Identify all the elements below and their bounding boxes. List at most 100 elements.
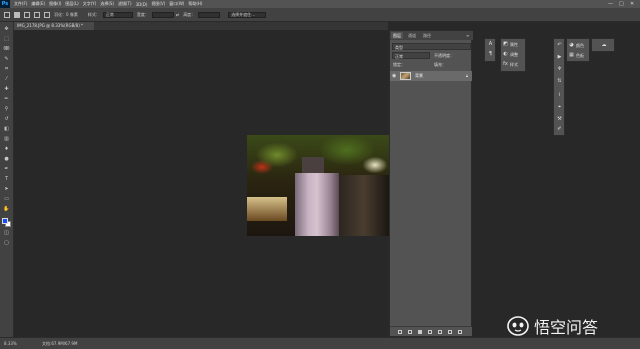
quick-mask-icon[interactable]: ◫ [3, 230, 10, 237]
lock-icon: 🔒︎ [465, 73, 468, 78]
styles-label[interactable]: 样式 [510, 62, 518, 68]
zoom-level[interactable]: 8.33% [4, 341, 17, 346]
tools-panel: ✥ ⬚ ↂ ✎ ⌗ ⁄ ✚ ✏ ⚲ ↺ ◧ ▥ ♦ ● ✒ T ➤ ▭ ✋ ⚲ … [0, 22, 14, 337]
character-icon[interactable]: A [488, 42, 493, 47]
style-select[interactable]: 正常 [102, 11, 133, 18]
tab-channels[interactable]: 通道 [406, 32, 418, 39]
brush-tool-icon[interactable]: ✏ [3, 96, 10, 103]
add-selection-icon[interactable] [24, 11, 30, 18]
menu-edit[interactable]: 编辑(E) [31, 1, 45, 7]
minimize-button[interactable]: — [608, 1, 613, 7]
color-label[interactable]: 颜色 [576, 43, 584, 49]
width-field[interactable] [151, 11, 174, 18]
swatches-label[interactable]: 色板 [576, 53, 584, 59]
clone-stamp-icon[interactable]: ⚲ [3, 106, 10, 113]
menu-window[interactable]: 窗口(W) [169, 1, 184, 7]
notes-icon[interactable]: ✐ [557, 127, 562, 132]
play-icon[interactable]: ▶ [557, 55, 562, 60]
adjustment-layer-icon[interactable] [428, 330, 432, 334]
menu-help[interactable]: 帮助(H) [188, 1, 202, 7]
options-bar: 羽化：0 像素 样式： 正常 宽度： ⇄ 高度： 选择并遮住... [0, 8, 640, 22]
styles-icon[interactable]: fx [503, 62, 508, 67]
new-selection-icon[interactable] [14, 11, 20, 18]
gradient-tool-icon[interactable]: ▥ [3, 136, 10, 143]
photo-table [247, 197, 287, 221]
tab-layers[interactable]: 图层 [391, 32, 403, 39]
adjustments-icon[interactable]: ◐ [503, 52, 508, 57]
filter-type-label: 类型 [395, 45, 403, 50]
visibility-eye-icon[interactable]: ◉ [392, 73, 396, 79]
clone-source-icon[interactable]: ⇅ [557, 79, 562, 84]
brush-preset-icon[interactable]: ♆ [557, 67, 562, 72]
menu-filter[interactable]: 滤镜(T) [118, 1, 132, 7]
move-tool-icon[interactable]: ✥ [3, 26, 10, 33]
wukong-logo-icon [507, 316, 529, 336]
delete-layer-icon[interactable] [458, 330, 462, 334]
layer-filter-row[interactable]: 类型 [392, 43, 471, 50]
menu-file[interactable]: 文件(F) [14, 1, 27, 7]
quick-select-icon[interactable]: ✎ [3, 56, 10, 63]
type-tool-icon[interactable]: T [3, 176, 10, 183]
color-icon[interactable]: ◕ [569, 43, 574, 48]
menu-view[interactable]: 视图(V) [151, 1, 165, 7]
select-and-mask-button[interactable]: 选择并遮住... [228, 11, 267, 18]
eyedropper-icon[interactable]: ⁄ [3, 76, 10, 83]
dodge-tool-icon[interactable]: ● [3, 156, 10, 163]
maximize-button[interactable]: □ [619, 1, 624, 7]
height-field[interactable] [198, 11, 221, 18]
width-label: 宽度： [136, 11, 149, 17]
menu-select[interactable]: 选择(S) [100, 1, 114, 7]
properties-label[interactable]: 属性 [510, 42, 518, 48]
menu-image[interactable]: 图像(I) [49, 1, 61, 7]
lasso-tool-icon[interactable]: ↂ [3, 46, 10, 53]
info-icon[interactable]: i [557, 93, 562, 98]
document-image[interactable] [247, 135, 389, 236]
crop-tool-icon[interactable]: ⌗ [3, 66, 10, 73]
blur-tool-icon[interactable]: ♦ [3, 146, 10, 153]
link-layers-icon[interactable] [398, 330, 402, 334]
menu-3d[interactable]: 3D(D) [136, 2, 148, 7]
pen-tool-icon[interactable]: ✒ [3, 166, 10, 173]
layers-panel: 图层 通道 路径 ≡ 类型 正常 不透明度： 锁定： 填充： ◉ 背景 🔒︎ [389, 30, 473, 337]
eraser-tool-icon[interactable]: ◧ [3, 126, 10, 133]
close-button[interactable]: ✕ [630, 1, 634, 7]
intersect-selection-icon[interactable] [44, 11, 50, 18]
library-panel: ☁ [591, 38, 615, 52]
watermark-text: 悟空问答 [534, 318, 599, 337]
properties-icon[interactable]: ◩ [503, 42, 508, 47]
history-icon[interactable]: ↶ [557, 43, 562, 48]
menu-layer[interactable]: 图层(L) [65, 1, 78, 7]
navigator-icon[interactable]: ⌖ [557, 105, 562, 110]
blend-mode-select[interactable]: 正常 [392, 52, 430, 59]
document-info[interactable]: 文档:67.9M/67.9M [42, 341, 77, 347]
history-brush-icon[interactable]: ↺ [3, 116, 10, 123]
healing-brush-icon[interactable]: ✚ [3, 86, 10, 93]
marquee-tool-icon[interactable]: ⬚ [3, 36, 10, 43]
add-mask-icon[interactable] [418, 330, 422, 334]
tab-paths[interactable]: 路径 [421, 32, 433, 39]
subtract-selection-icon[interactable] [34, 11, 40, 18]
adjustments-label[interactable]: 调整 [510, 52, 518, 58]
photo-person-pixelated [295, 173, 339, 236]
swatches-icon[interactable]: ▦ [569, 53, 574, 58]
new-layer-icon[interactable] [448, 330, 452, 334]
swap-icon[interactable]: ⇄ [176, 12, 179, 17]
menu-type[interactable]: 文字(Y) [83, 1, 97, 7]
photoshop-logo[interactable]: Ps [0, 0, 10, 8]
marquee-tool-icon[interactable] [4, 11, 10, 18]
new-group-icon[interactable] [438, 330, 442, 334]
hand-tool-icon[interactable]: ✋ [3, 206, 10, 213]
cloud-icon[interactable]: ☁ [599, 43, 609, 48]
tool-preset-icon[interactable]: ⚒ [557, 117, 562, 122]
height-label: 高度： [183, 11, 196, 17]
layer-row-background[interactable]: ◉ 背景 🔒︎ [390, 71, 472, 81]
document-tab[interactable]: IMG_2178.JPG @ 8.33%(RGB/8) * [14, 22, 94, 30]
screen-mode-icon[interactable]: ▢ [3, 240, 10, 247]
shape-tool-icon[interactable]: ▭ [3, 196, 10, 203]
path-select-icon[interactable]: ➤ [3, 186, 10, 193]
paragraph-icon[interactable]: ¶ [488, 52, 493, 57]
panel-menu-icon[interactable]: ≡ [464, 32, 471, 39]
layer-name[interactable]: 背景 [415, 73, 423, 79]
layer-style-icon[interactable] [408, 330, 412, 334]
foreground-color-swatch[interactable] [2, 218, 8, 224]
